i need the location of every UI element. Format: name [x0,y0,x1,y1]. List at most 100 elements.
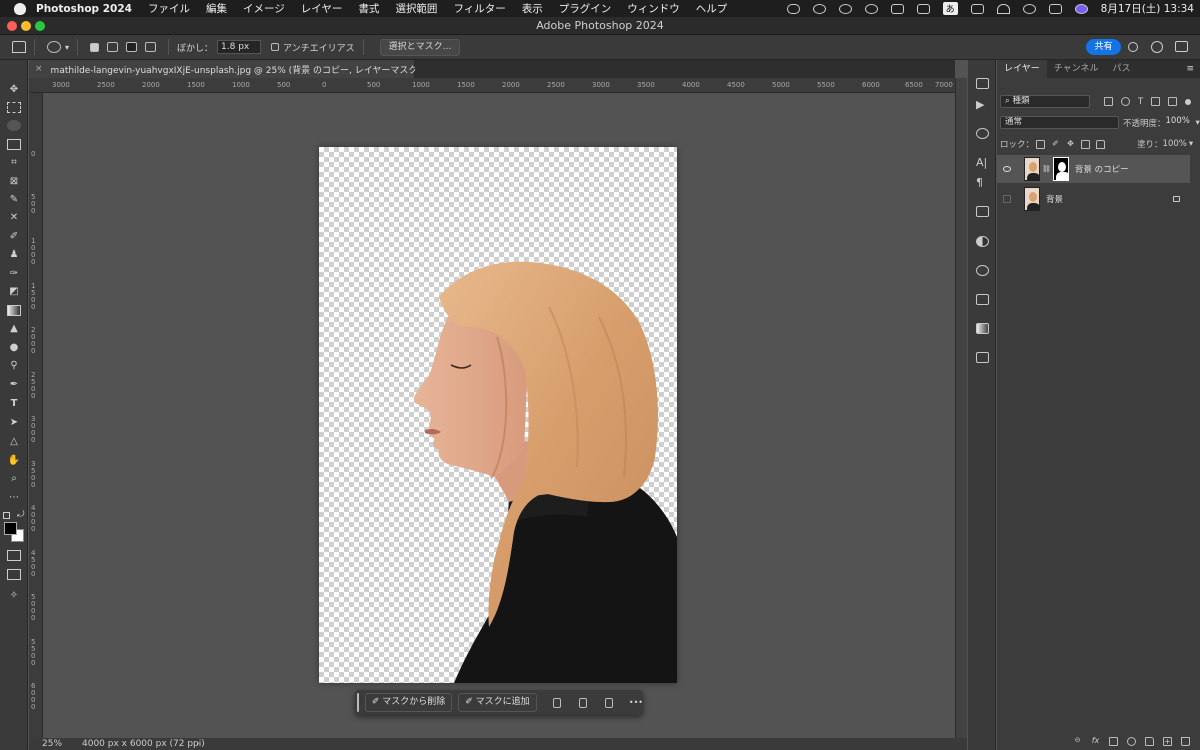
opacity-input[interactable]: 100% [1166,116,1196,129]
chevron-down-icon[interactable]: ▾ [1196,118,1200,128]
quick-mask-icon[interactable] [7,550,21,561]
menu-window[interactable]: ウィンドウ [627,1,680,16]
crop-tool-icon[interactable]: ⌗ [7,157,21,168]
close-window-button[interactable] [7,21,17,31]
search-icon[interactable] [1128,42,1138,52]
generative-fill-icon[interactable]: ✧ [7,590,21,601]
actions-panel-icon[interactable]: ▶ [976,99,989,110]
new-group-icon[interactable] [1145,736,1154,746]
home-icon[interactable] [12,41,26,53]
tab-layers[interactable]: レイヤー [997,60,1047,78]
menu-plugins[interactable]: プラグイン [559,1,612,16]
dodge-tool-icon[interactable]: ● [7,342,21,353]
pen-tool-icon[interactable]: ✒ [7,379,21,390]
adjustment-layer-icon[interactable] [1127,736,1136,746]
object-select-tool-icon[interactable] [7,139,21,150]
gradients-panel-icon[interactable] [976,323,989,334]
document-tab[interactable]: × mathilde-langevin-yuahvgxIXjE-unsplash… [29,60,437,78]
layer-name[interactable]: 背景 のコピー [1075,163,1129,175]
layer-name[interactable]: 背景 [1046,193,1063,205]
zoom-tool-icon[interactable]: ⌕ [7,473,21,484]
menu-layer[interactable]: レイヤー [301,1,343,16]
link-icon[interactable]: ⛓ [1042,165,1051,173]
lock-icon[interactable] [1173,196,1180,202]
drag-handle[interactable] [357,693,359,712]
type-filter-icon[interactable]: T [1138,97,1143,107]
menu-view[interactable]: 表示 [522,1,543,16]
blend-mode-select[interactable]: 通常 [1000,116,1119,129]
menu-edit[interactable]: 編集 [206,1,227,16]
adjustments-panel-icon[interactable] [976,206,989,217]
foreground-color-swatch[interactable] [4,522,17,535]
siri-icon[interactable] [1074,3,1088,14]
more-tools-icon[interactable]: ⋯ [7,492,21,503]
menu-app-name[interactable]: Photoshop 2024 [36,3,132,15]
subtract-from-mask-button[interactable]: ✐ マスクから削除 [364,693,453,712]
new-layer-icon[interactable]: + [1163,736,1172,746]
type-tool-icon[interactable]: T [7,398,21,409]
battery-icon[interactable] [970,3,984,14]
layer-row-background-copy[interactable]: ⛓ 背景 のコピー [997,155,1190,183]
visibility-toggle[interactable] [1003,195,1011,203]
apple-icon[interactable] [14,2,26,15]
path-select-tool-icon[interactable]: ➤ [7,417,21,428]
properties-panel-icon[interactable] [976,128,989,139]
creative-cloud-icon[interactable] [812,3,826,14]
tab-paths[interactable]: パス [1105,60,1137,78]
help-icon[interactable] [1151,41,1163,53]
document-canvas[interactable] [319,147,677,683]
select-and-mask-button[interactable]: 選択とマスク... [379,38,461,56]
tab-channels[interactable]: チャンネル [1047,60,1106,78]
volume-icon[interactable] [890,3,904,14]
mask-settings-icon[interactable] [552,697,561,708]
brush-tool-icon[interactable]: ✐ [7,231,21,242]
zoom-level[interactable]: 25% [42,738,62,750]
shape-filter-icon[interactable] [1151,97,1161,106]
menu-type[interactable]: 書式 [358,1,379,16]
menu-select[interactable]: 選択範囲 [395,1,437,16]
close-tab-icon[interactable]: × [35,64,43,74]
grid-panel-icon[interactable] [976,294,989,305]
more-options-icon[interactable]: ••• [629,698,643,707]
trash-icon[interactable] [1181,736,1190,746]
color-panel-icon[interactable] [976,236,989,247]
lock-image-icon[interactable]: ✐ [1051,139,1060,149]
eye-icon[interactable] [1003,166,1011,172]
add-mask-icon[interactable] [1109,736,1118,746]
ime-indicator[interactable]: あ [942,2,958,15]
cloud-icon[interactable] [786,3,800,14]
screen-mode-icon[interactable] [7,569,21,580]
vertical-scrollbar[interactable] [955,78,967,738]
minimize-window-button[interactable] [21,21,31,31]
share-button[interactable]: 共有 [1086,39,1121,55]
panel-menu-icon[interactable]: ≡ [1186,60,1194,78]
lock-position-icon[interactable]: ✥ [1066,139,1075,149]
fill-input[interactable]: 100% [1163,139,1187,149]
link-layers-icon[interactable]: ⊝ [1073,736,1082,746]
apply-mask-icon[interactable] [604,697,613,708]
hand-tool-icon[interactable]: ✋ [7,455,21,466]
menubar-clock[interactable]: 8月17日(土) 13:34 [1101,1,1194,16]
layer-thumbnail[interactable] [1024,157,1040,181]
eyedropper-tool-icon[interactable]: ✎ [7,194,21,205]
lasso-preset-icon[interactable] [47,41,61,53]
shape-tool-icon[interactable]: △ [7,436,21,447]
paragraph-panel-icon[interactable]: ¶ [976,177,989,188]
move-tool-icon[interactable]: ✥ [7,84,21,95]
workspace-icon[interactable] [1175,41,1188,52]
eraser-tool-icon[interactable]: ◩ [7,286,21,297]
patterns-panel-icon[interactable] [976,352,989,363]
play-icon[interactable] [864,3,878,14]
wifi-icon[interactable] [996,3,1010,14]
sync-icon[interactable] [838,3,852,14]
new-selection-icon[interactable] [90,42,100,52]
intersect-selection-icon[interactable] [145,42,157,52]
frame-tool-icon[interactable]: ⊠ [7,176,21,187]
document-dimensions[interactable]: 4000 px x 6000 px (72 ppi) [82,738,205,750]
pixel-filter-icon[interactable] [1104,97,1113,106]
layer-filter-select[interactable]: ⌕ 種類 [1000,95,1090,108]
chevron-right-icon[interactable]: › [196,738,200,750]
lock-transparent-icon[interactable] [1036,139,1046,149]
add-to-mask-button[interactable]: ✐ マスクに追加 [458,693,537,712]
chevron-down-icon[interactable]: ▾ [1189,139,1193,149]
